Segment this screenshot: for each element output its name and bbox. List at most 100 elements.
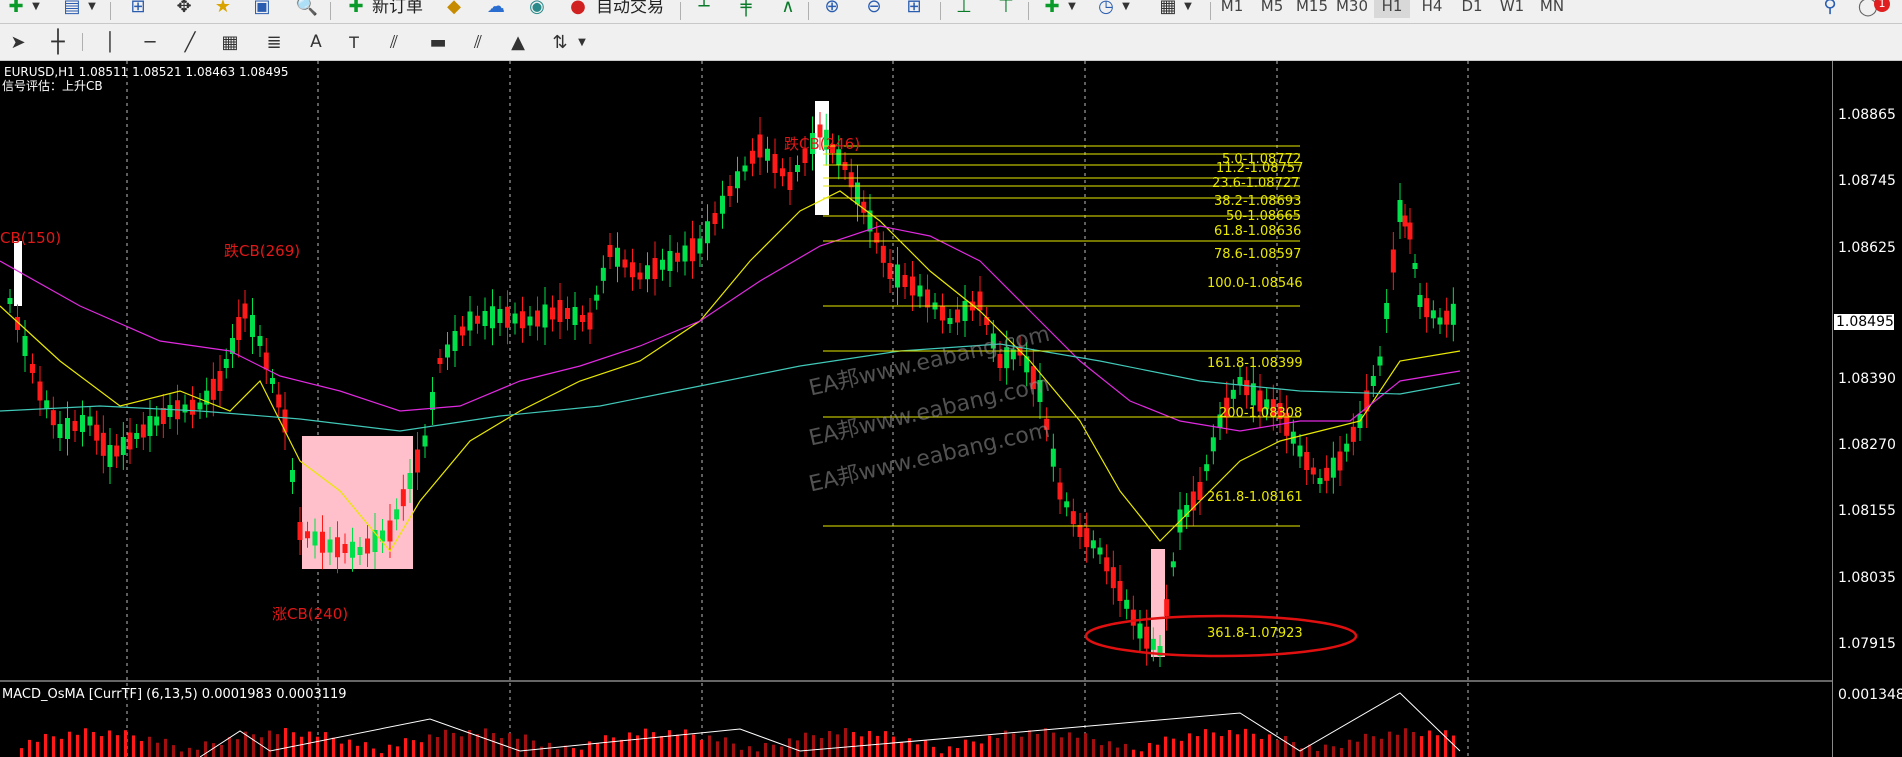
dropdown-arrow-icon[interactable]: ▼ — [576, 30, 588, 54]
metaeditor-icon[interactable]: ◆ — [442, 0, 466, 17]
macd-bar — [356, 745, 359, 757]
new-order-button[interactable]: 新订单 — [372, 0, 423, 16]
dropdown-arrow-icon[interactable]: ▼ — [1120, 0, 1132, 16]
candle-body — [887, 263, 893, 279]
chart-header: EURUSD,H1 1.08511 1.08521 1.08463 1.0849… — [4, 65, 289, 79]
macd-bar — [348, 739, 351, 757]
dropdown-arrow-icon[interactable]: ▼ — [30, 0, 42, 16]
candle-body — [154, 416, 160, 426]
candle-body — [1444, 310, 1450, 325]
candle-body — [977, 291, 983, 311]
price-tick: 1.08390 — [1838, 371, 1896, 387]
zoom-in-icon[interactable]: ⊕ — [820, 0, 844, 17]
triangle-icon[interactable]: ▲ — [506, 30, 530, 54]
line-chart-icon[interactable]: ∧ — [776, 0, 800, 17]
signals-icon[interactable]: ☁ — [484, 0, 508, 17]
fibonacci-icon[interactable]: ≣ — [262, 30, 286, 54]
fib-label-200: 200-1.08308 — [1219, 406, 1303, 421]
navigator-icon[interactable]: ✥ — [172, 0, 196, 17]
market-icon[interactable]: ◉ — [525, 0, 549, 17]
macd-bar — [812, 735, 815, 757]
bar-chart-icon[interactable]: ┴ — [692, 0, 716, 17]
search-icon[interactable]: ⚲ — [1818, 0, 1842, 17]
tile-windows-icon[interactable]: ⊞ — [902, 0, 926, 17]
dropdown-arrow-icon[interactable]: ▼ — [1182, 0, 1194, 16]
horizontal-line-icon[interactable]: ─ — [138, 30, 162, 54]
timeframe-m15[interactable]: M15 — [1294, 0, 1330, 18]
crosshair-icon[interactable]: ┼ — [46, 30, 70, 55]
macd-bar — [1316, 750, 1319, 757]
macd-bar — [1124, 743, 1127, 757]
macd-bar — [676, 734, 679, 757]
channels-icon[interactable]: ▦ — [218, 30, 242, 54]
macd-bar — [44, 733, 47, 757]
candle-body — [394, 509, 400, 520]
vertical-line-icon[interactable]: │ — [98, 30, 122, 54]
new-order-icon[interactable]: ✚ — [344, 0, 368, 17]
candle-body — [327, 539, 333, 553]
candle-body — [880, 245, 886, 263]
new-chart-icon[interactable]: ✚ — [4, 0, 28, 17]
candle-body — [127, 432, 133, 450]
alert-badge[interactable]: 1 — [1874, 0, 1890, 12]
candle-body — [400, 489, 406, 507]
candle-body — [780, 168, 785, 177]
candle-body — [557, 300, 563, 322]
favorites-icon[interactable]: ★ — [211, 0, 235, 17]
timeframe-h4[interactable]: H4 — [1414, 0, 1450, 18]
timeframe-m5[interactable]: M5 — [1254, 0, 1290, 18]
tester-icon[interactable]: 🔍 — [295, 0, 319, 17]
candle-body — [940, 306, 945, 321]
macd-bar — [1340, 747, 1343, 757]
price-tick: 1.07915 — [1838, 636, 1896, 652]
auto-trading-icon[interactable]: ● — [566, 0, 590, 17]
gann-fan-icon[interactable]: ⫽ — [382, 30, 406, 54]
candle-body — [542, 304, 548, 328]
trendline-icon[interactable]: ╱ — [178, 30, 202, 54]
timeframe-d1[interactable]: D1 — [1454, 0, 1490, 18]
timeframe-m30[interactable]: M30 — [1334, 0, 1370, 18]
periods-icon[interactable]: ◷ — [1094, 0, 1118, 17]
macd-bar — [1108, 741, 1111, 757]
templates-icon[interactable]: ▦ — [1156, 0, 1180, 17]
macd-bar — [980, 743, 983, 757]
parallel-channel-icon[interactable]: ⫽ — [466, 30, 490, 54]
market-watch-icon[interactable]: ⊞ — [126, 0, 150, 17]
candle-body — [848, 172, 854, 188]
candle-body — [1090, 540, 1096, 549]
cursor-icon[interactable]: ➤ — [6, 30, 30, 54]
timeframe-h1[interactable]: H1 — [1374, 0, 1410, 18]
macd-bar — [1092, 739, 1095, 757]
dropdown-arrow-icon[interactable]: ▼ — [1066, 0, 1078, 16]
macd-bar — [292, 732, 295, 757]
text-icon[interactable]: A — [304, 30, 328, 54]
rectangle-icon[interactable]: ▬ — [426, 30, 450, 54]
macd-bar — [828, 731, 831, 757]
macd-bar — [636, 735, 639, 757]
fib-label-11: 11.2-1.08757 — [1216, 161, 1304, 176]
macd-bar — [124, 730, 127, 757]
profiles-icon[interactable]: ▤ — [60, 0, 84, 17]
candlestick-icon[interactable]: ╪ — [734, 0, 758, 17]
macd-bar — [964, 739, 967, 757]
terminal-icon[interactable]: ▣ — [250, 0, 274, 17]
candle-body — [1304, 452, 1310, 470]
text-label-icon[interactable]: T — [342, 30, 366, 54]
autoscroll-icon[interactable]: ⊥ — [952, 0, 976, 17]
macd-bar — [1204, 729, 1207, 757]
macd-bar — [1052, 732, 1055, 757]
macd-bar — [212, 743, 215, 757]
zoom-out-icon[interactable]: ⊖ — [862, 0, 886, 17]
chart-window[interactable]: EURUSD,H1 1.08511 1.08521 1.08463 1.0849… — [0, 61, 1902, 757]
indicators-icon[interactable]: ✚ — [1040, 0, 1064, 17]
highlight-box — [14, 241, 22, 306]
timeframe-mn[interactable]: MN — [1534, 0, 1570, 18]
timeframe-w1[interactable]: W1 — [1494, 0, 1530, 18]
macd-bar — [1164, 736, 1167, 757]
dropdown-arrow-icon[interactable]: ▼ — [86, 0, 98, 16]
arrows-icon[interactable]: ⇅ — [548, 30, 572, 54]
candle-body — [757, 134, 763, 158]
auto-trading-button[interactable]: 自动交易 — [596, 0, 664, 16]
timeframe-m1[interactable]: M1 — [1214, 0, 1250, 18]
chart-shift-icon[interactable]: ⊤ — [994, 0, 1018, 17]
